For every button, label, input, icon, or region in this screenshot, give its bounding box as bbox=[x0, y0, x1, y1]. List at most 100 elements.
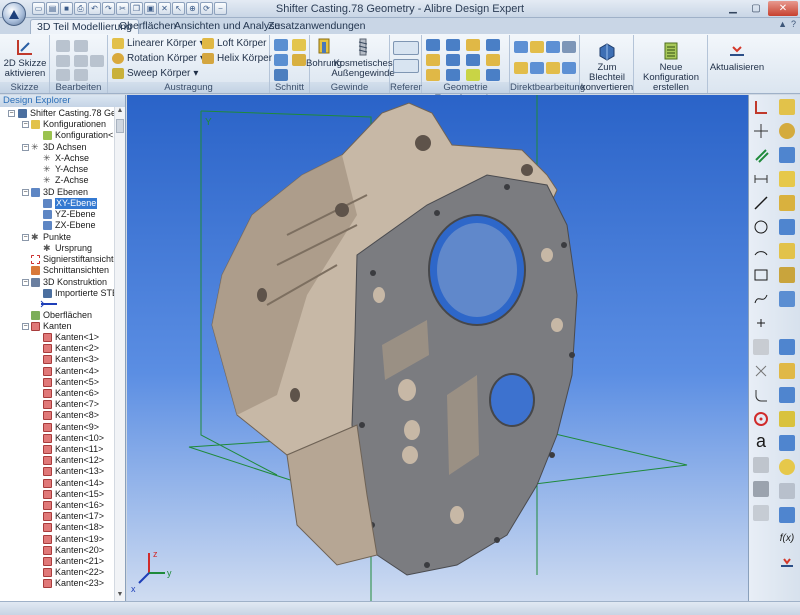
tree-node-kante[interactable]: Kanten<15> bbox=[43, 489, 104, 500]
tree-node-konfiguration-1[interactable]: Konfiguration<1> bbox=[43, 130, 124, 141]
tree-node-kante[interactable]: Kanten<8> bbox=[43, 410, 99, 421]
tree-collapse-3d-konstruktion[interactable]: − bbox=[22, 279, 29, 286]
tree-node-kante[interactable]: Kanten<7> bbox=[43, 399, 99, 410]
tree-collapse-root[interactable]: − bbox=[8, 110, 15, 117]
cut-helix-icon[interactable] bbox=[274, 69, 288, 81]
sketch-fillet-icon[interactable] bbox=[753, 387, 769, 403]
rectangle-icon[interactable] bbox=[753, 267, 769, 283]
tree-node-signierstiftansichten[interactable]: Signierstiftansichten bbox=[31, 254, 124, 265]
thread-tool-icon[interactable] bbox=[779, 267, 795, 283]
reference-axis-icon[interactable] bbox=[393, 59, 419, 73]
revolve-tool-icon[interactable] bbox=[779, 123, 795, 139]
close-button[interactable]: ✕ bbox=[768, 1, 798, 16]
hole-tool-icon[interactable] bbox=[779, 291, 795, 307]
circle-icon[interactable] bbox=[753, 219, 769, 235]
explorer-scrollbar[interactable]: ▲ ▼ bbox=[114, 107, 125, 601]
tree-node-kante[interactable]: Kanten<5> bbox=[43, 377, 99, 388]
fillet-tool-icon[interactable] bbox=[779, 339, 795, 355]
tree-node-schnittansichten[interactable]: Schnittansichten bbox=[31, 265, 109, 276]
tree-collapse-3d-achsen[interactable]: − bbox=[22, 144, 29, 151]
replace-face-icon[interactable] bbox=[514, 62, 528, 74]
tree-node-kante[interactable]: Kanten<21> bbox=[43, 556, 104, 567]
shifter-casting-model[interactable] bbox=[211, 102, 578, 576]
tree-node-kante[interactable]: Kanten<3> bbox=[43, 354, 99, 365]
reference-icon[interactable] bbox=[753, 505, 769, 521]
activate-2d-sketch-button[interactable]: 2D Skizze aktivieren bbox=[3, 37, 47, 79]
image-icon[interactable] bbox=[753, 457, 769, 473]
copy-icon[interactable] bbox=[56, 55, 70, 67]
mirror-icon[interactable] bbox=[426, 54, 440, 66]
offset-icon[interactable] bbox=[753, 411, 769, 427]
tree-node-kante[interactable]: Kanten<16> bbox=[43, 500, 104, 511]
tree-node-x-achse[interactable]: ✳ X-Achse bbox=[43, 153, 89, 164]
scrollbar-thumb[interactable] bbox=[116, 119, 124, 133]
cut-sweep-icon[interactable] bbox=[274, 54, 288, 66]
tree-node-kanten[interactable]: Kanten bbox=[31, 321, 72, 332]
sweep-tool-icon[interactable] bbox=[779, 147, 795, 163]
model-canvas[interactable]: Y z y x bbox=[127, 95, 748, 601]
scale-icon[interactable] bbox=[466, 54, 480, 66]
rotate-body-icon[interactable] bbox=[426, 69, 440, 81]
kosmetisches-gewinde-button[interactable]: Kosmetisches Außengewinde bbox=[331, 37, 395, 79]
tree-node-kante[interactable]: Kanten<19> bbox=[43, 534, 104, 545]
move-face-icon[interactable] bbox=[530, 41, 544, 53]
dimension-icon[interactable] bbox=[753, 171, 769, 187]
tree-node-punkte[interactable]: ✱ Punkte bbox=[31, 232, 71, 243]
draft-icon[interactable] bbox=[486, 39, 500, 51]
loft-tool-icon[interactable] bbox=[779, 171, 795, 187]
tree-node-3d-ebenen[interactable]: 3D Ebenen bbox=[31, 187, 88, 198]
chamfer-icon[interactable] bbox=[446, 39, 460, 51]
shell-icon[interactable] bbox=[466, 39, 480, 51]
loft-koerper-button[interactable]: Loft Körper bbox=[202, 38, 266, 49]
project-icon[interactable] bbox=[753, 481, 769, 497]
line-icon[interactable] bbox=[753, 195, 769, 211]
3d-viewport[interactable]: Y z y x bbox=[127, 95, 748, 601]
tree-collapse-kanten[interactable]: − bbox=[22, 323, 29, 330]
tree-node-kante[interactable]: Kanten<20> bbox=[43, 545, 104, 556]
reference-plane-icon[interactable] bbox=[393, 41, 419, 55]
helix-koerper-button[interactable]: Helix Körper bbox=[202, 53, 272, 64]
redo-icon[interactable] bbox=[74, 40, 88, 52]
mirror-tool-icon[interactable] bbox=[779, 435, 795, 451]
tree-node-3d-achsen[interactable]: ✳ 3D Achsen bbox=[31, 142, 87, 153]
tree-node-kante[interactable]: Kanten<11> bbox=[43, 444, 103, 455]
tab-zusatzanwendungen[interactable]: Zusatzanwendungen bbox=[262, 19, 372, 34]
text-sketch-icon[interactable] bbox=[753, 339, 769, 355]
help-icon[interactable]: ? bbox=[791, 19, 796, 29]
tree-node-kante[interactable]: Kanten<13> bbox=[43, 466, 104, 477]
new-configuration-button[interactable]: Neue Konfiguration erstellen bbox=[636, 41, 706, 93]
tree-node-kante[interactable]: Kanten<23> bbox=[43, 578, 104, 589]
tree-node-kante[interactable]: Kanten<9> bbox=[43, 422, 99, 433]
paste-icon[interactable] bbox=[74, 55, 88, 67]
text-icon[interactable]: a bbox=[753, 432, 769, 450]
spline-icon[interactable] bbox=[753, 291, 769, 307]
cut-tool-icon[interactable] bbox=[779, 219, 795, 235]
move-icon[interactable] bbox=[486, 54, 500, 66]
tree-node-kante[interactable]: Kanten<17> bbox=[43, 511, 104, 522]
tweak-face-icon[interactable] bbox=[530, 62, 544, 74]
tree-node-z-achse[interactable]: ✳ Z-Achse bbox=[43, 175, 89, 186]
push-pull-icon[interactable] bbox=[514, 41, 528, 53]
tree-collapse-punkte[interactable]: − bbox=[22, 234, 29, 241]
split-icon[interactable] bbox=[446, 69, 460, 81]
tree-node-yz-ebene[interactable]: YZ-Ebene bbox=[43, 209, 96, 220]
parallel-lines-icon[interactable] bbox=[753, 147, 769, 163]
extrude-tool-icon[interactable] bbox=[779, 99, 795, 115]
offset-face-icon[interactable] bbox=[546, 41, 560, 53]
tree-node-3d-konstruktion[interactable]: 3D Konstruktion bbox=[31, 277, 107, 288]
undo-icon[interactable] bbox=[56, 40, 70, 52]
thicken-tool-icon[interactable] bbox=[779, 507, 795, 523]
equation-icon[interactable]: f(x) bbox=[779, 531, 795, 547]
rotate-face-icon[interactable] bbox=[546, 62, 560, 74]
clipboard-icon[interactable] bbox=[74, 69, 88, 81]
cut-loft-icon[interactable] bbox=[292, 54, 306, 66]
rotation-koerper-button[interactable]: Rotation Körper ▾ bbox=[112, 53, 205, 64]
pattern-icon[interactable] bbox=[446, 54, 460, 66]
tree-node-kante[interactable]: Kanten<18> bbox=[43, 522, 104, 533]
linear-koerper-button[interactable]: Linearer Körper ▾ bbox=[112, 38, 205, 49]
tree-node-kante[interactable]: Kanten<6> bbox=[43, 388, 99, 399]
convert-sheet-metal-button[interactable]: Zum Blechteil konvertieren bbox=[581, 41, 633, 93]
pattern-tool-icon[interactable] bbox=[779, 411, 795, 427]
cut-extrude-icon[interactable] bbox=[274, 39, 288, 51]
delete-face-icon[interactable] bbox=[562, 41, 576, 53]
